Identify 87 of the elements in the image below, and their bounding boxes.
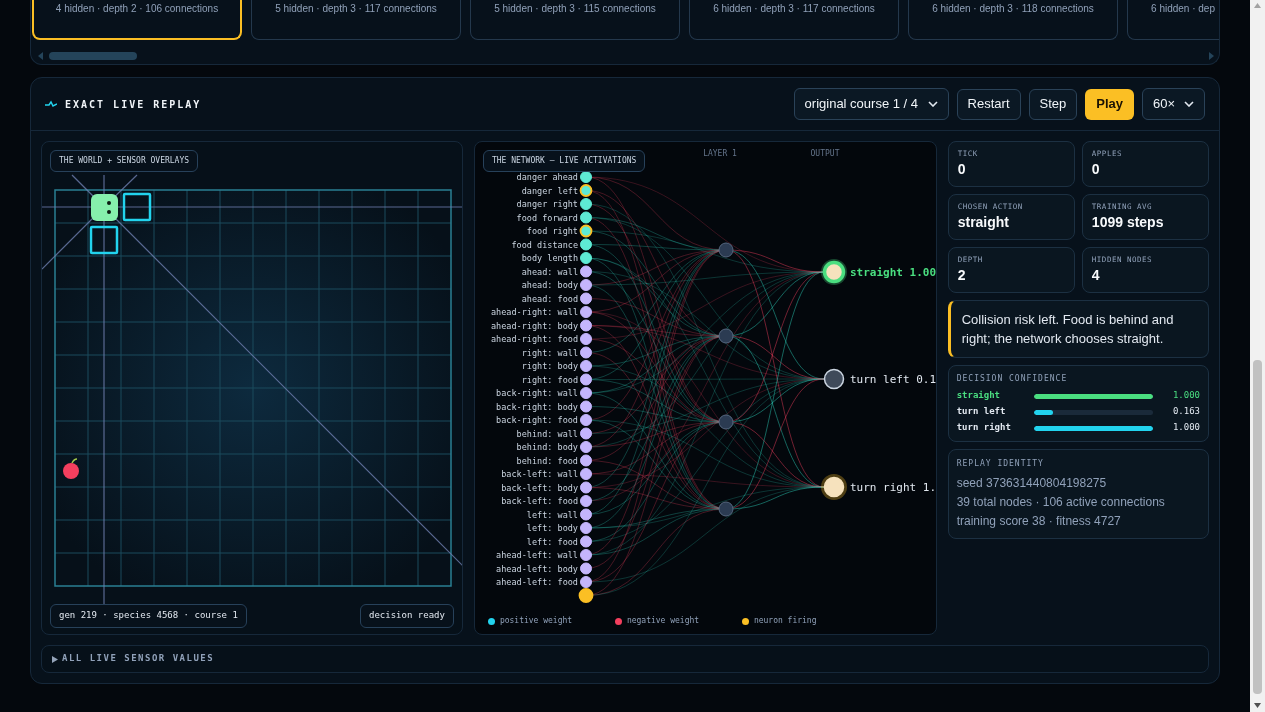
hidden-node	[718, 328, 734, 344]
output-label: turn left 0.1	[849, 373, 936, 386]
input-label: back-right: body	[496, 401, 578, 412]
legend-label: neuron firing	[753, 615, 817, 627]
input-label: back-left: body	[501, 482, 578, 493]
model-card[interactable]: 6 hidden · dep	[1127, 0, 1219, 40]
action-label: turn right	[956, 421, 1012, 435]
input-label: food forward	[516, 212, 578, 223]
input-label: danger right	[516, 199, 578, 209]
dropdown[interactable]: 60×	[1142, 88, 1205, 120]
input-label: ahead-right: body	[490, 320, 578, 331]
input-label: back-right: food	[496, 415, 578, 425]
hidden-node	[718, 501, 734, 517]
input-label: danger left	[521, 185, 578, 196]
input-label: left: food	[526, 536, 578, 547]
input-label: ahead-right: wall	[490, 307, 578, 317]
chevron-down-icon	[1184, 101, 1194, 107]
explanation-text: Collision risk left. Food is behind and right; the network chooses straight.	[947, 300, 1209, 358]
input-label: ahead: body	[521, 280, 578, 290]
sensor-values-toggle[interactable]: ALL LIVE SENSOR VALUES	[41, 645, 1209, 673]
input-label: left: body	[526, 523, 578, 533]
stat-value: 2	[957, 266, 967, 286]
model-card[interactable]: 6 hidden · depth 3 · 117 connections	[689, 0, 899, 40]
status-label: decision ready	[360, 604, 454, 628]
generation-info: gen 219 · species 4568 · course 1	[50, 604, 247, 628]
action-label: straight	[956, 389, 1002, 403]
snake-head	[91, 194, 118, 221]
card-title: REPLAY IDENTITY	[956, 458, 1045, 470]
hidden-node	[718, 414, 734, 430]
model-card[interactable]: 5 hidden · depth 3 · 115 connections	[470, 0, 680, 40]
input-label: ahead-right: food	[490, 334, 578, 344]
model-card[interactable]: 6 hidden · depth 3 · 118 connections	[908, 0, 1118, 40]
legend-label: negative weight	[626, 615, 700, 627]
legend-label: positive weight	[499, 615, 573, 627]
input-label: behind: wall	[516, 428, 578, 439]
section-title: EXACT LIVE REPLAY	[65, 97, 202, 112]
vertical-scrollbar[interactable]	[1250, 0, 1265, 712]
card-title: DECISION CONFIDENCE	[956, 373, 1069, 385]
action-label: turn left	[956, 405, 1007, 419]
input-label: behind: food	[516, 455, 578, 466]
input-label: body length	[521, 253, 578, 263]
confidence-reading: 1.000	[1172, 389, 1200, 403]
identity-line: training score 38 · fitness 4727	[956, 513, 1122, 530]
input-label: ahead-left: wall	[496, 550, 578, 560]
control-button[interactable]: Restart	[956, 88, 1021, 120]
input-label: danger ahead	[516, 172, 578, 182]
input-label: back-left: wall	[501, 469, 578, 479]
chevron-down-icon	[927, 101, 938, 107]
model-card[interactable]: 4 hidden · depth 2 · 106 connections	[32, 0, 242, 40]
confidence-reading: 1.000	[1172, 421, 1200, 435]
stat-value: 0	[957, 160, 967, 180]
identity-line: 39 total nodes · 106 active connections	[956, 494, 1166, 511]
input-label: ahead: wall	[521, 266, 578, 277]
panel-title: THE NETWORK — LIVE ACTIVATIONS	[482, 150, 646, 172]
pulse-icon	[45, 100, 57, 108]
output-label: turn right 1.	[849, 481, 936, 494]
confidence-reading: 0.163	[1172, 405, 1200, 419]
input-label: back-left: food	[501, 496, 578, 506]
stat-value: straight	[957, 213, 1011, 233]
input-label: food distance	[511, 239, 578, 250]
stat-value: 0	[1091, 160, 1101, 180]
input-label: right: wall	[521, 347, 578, 358]
layer-label: OUTPUT	[810, 149, 840, 158]
stat-value: 4	[1091, 266, 1101, 286]
model-card[interactable]: 5 hidden · depth 3 · 117 connections	[251, 0, 461, 40]
output-label: straight 1.00	[849, 266, 936, 279]
sensor-cell	[122, 192, 152, 222]
input-label: ahead-left: body	[496, 563, 578, 574]
play-button[interactable]: Play	[1085, 88, 1134, 120]
sensor-cell	[89, 225, 119, 255]
dropdown[interactable]: original course 1 / 4	[793, 88, 949, 120]
input-label: ahead-left: food	[496, 577, 578, 587]
layer-label: LAYER 1	[703, 149, 737, 158]
input-label: right: food	[521, 374, 578, 385]
input-label: food right	[526, 226, 578, 236]
apple-icon	[63, 458, 79, 479]
input-label: ahead: food	[521, 293, 578, 304]
stat-value: 1099 steps	[1091, 213, 1165, 233]
panel-title: THE WORLD + SENSOR OVERLAYS	[50, 150, 199, 172]
control-button[interactable]: Step	[1028, 88, 1078, 120]
input-label: back-right: wall	[496, 388, 578, 398]
hidden-node	[718, 242, 734, 258]
input-label: right: body	[521, 361, 578, 371]
identity-line: seed 373631440804198275	[956, 475, 1108, 492]
sensor-values-label: ALL LIVE SENSOR VALUES	[62, 652, 215, 666]
input-label: left: wall	[526, 509, 578, 520]
input-label: behind: body	[516, 442, 578, 452]
